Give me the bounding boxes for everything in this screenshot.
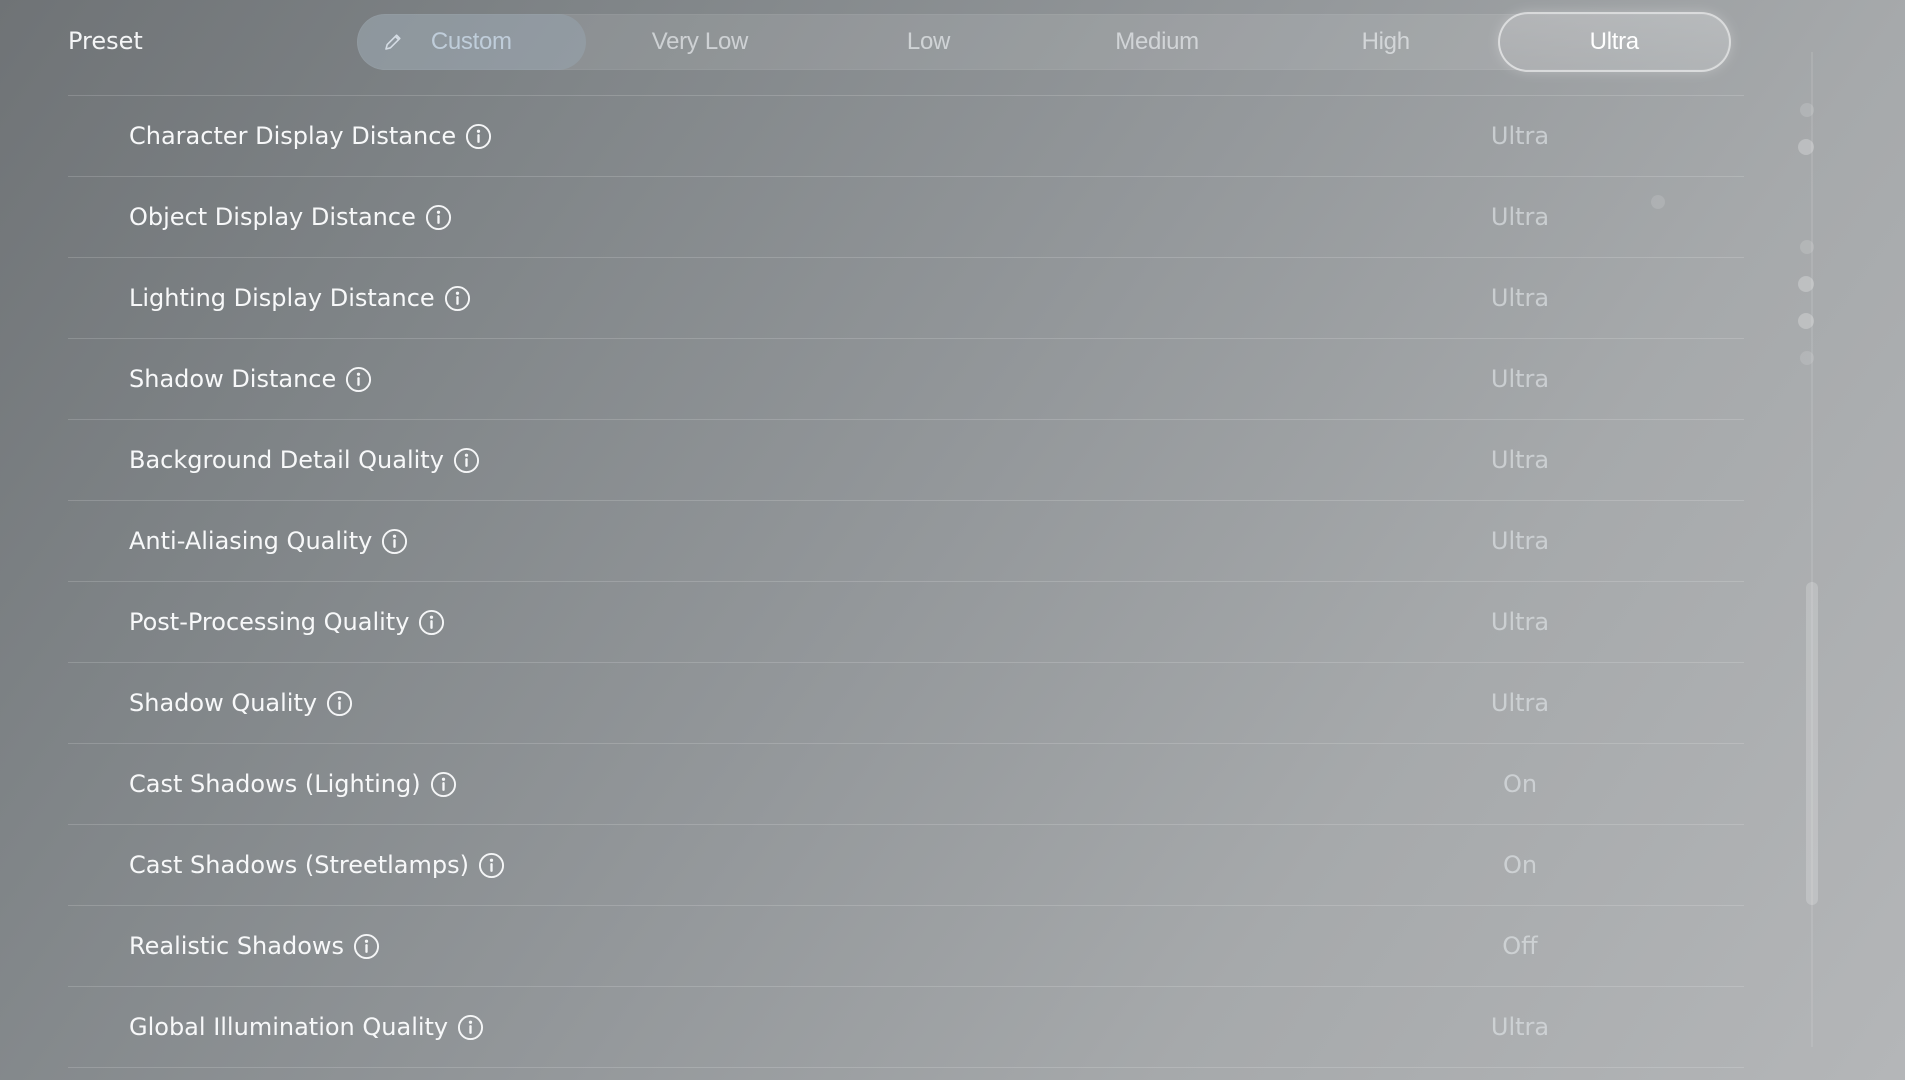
preset-label: Preset (68, 27, 143, 55)
bokeh-dot (1800, 103, 1814, 117)
setting-label: Background Detail Quality (129, 446, 444, 474)
info-icon[interactable] (425, 204, 452, 231)
bokeh-dot (1798, 139, 1814, 155)
setting-value[interactable]: Ultra (1420, 689, 1620, 717)
preset-option-custom[interactable]: Custom (357, 14, 586, 70)
preset-option-ultra[interactable]: Ultra (1499, 14, 1729, 70)
setting-row-shadow-quality[interactable]: Shadow Quality Ultra (68, 662, 1744, 743)
setting-row-lighting-display-distance[interactable]: Lighting Display Distance Ultra (68, 257, 1744, 338)
setting-label: Realistic Shadows (129, 932, 345, 960)
setting-value[interactable]: Ultra (1420, 1013, 1620, 1041)
setting-row-realistic-shadows[interactable]: Realistic Shadows Off (68, 905, 1744, 986)
preset-option-label: Medium (1115, 28, 1199, 55)
info-icon[interactable] (444, 285, 471, 312)
setting-row-cast-shadows-lighting[interactable]: Cast Shadows (Lighting) On (68, 743, 1744, 824)
setting-row-character-display-distance[interactable]: Character Display Distance Ultra (68, 95, 1744, 176)
setting-label: Object Display Distance (129, 203, 416, 231)
preset-option-high[interactable]: High (1271, 14, 1500, 70)
setting-label: Character Display Distance (129, 122, 457, 150)
preset-option-low[interactable]: Low (814, 14, 1043, 70)
setting-value[interactable]: Ultra (1420, 122, 1620, 150)
info-icon[interactable] (430, 771, 457, 798)
preset-option-label: Very Low (651, 28, 749, 55)
bokeh-dot (1651, 195, 1665, 209)
preset-segmented-control: Custom Very Low Low Medium High Ultra (357, 14, 1729, 70)
setting-label: Cast Shadows (Streetlamps) (129, 851, 469, 879)
info-icon[interactable] (326, 690, 353, 717)
setting-value[interactable]: Ultra (1420, 203, 1620, 231)
preset-row: Preset Custom Very Low Low Medium High U… (0, 0, 1905, 86)
setting-row-background-detail-quality[interactable]: Background Detail Quality Ultra (68, 419, 1744, 500)
settings-list: Character Display Distance Ultra Object … (68, 95, 1744, 1068)
bokeh-dot (1798, 276, 1814, 292)
info-icon[interactable] (418, 609, 445, 636)
setting-value[interactable]: Ultra (1420, 446, 1620, 474)
preset-option-label: Ultra (1589, 28, 1639, 55)
setting-value[interactable]: Off (1420, 932, 1620, 960)
scrollbar-thumb[interactable] (1806, 582, 1818, 905)
info-icon[interactable] (353, 933, 380, 960)
setting-row-post-processing-quality[interactable]: Post-Processing Quality Ultra (68, 581, 1744, 662)
info-icon[interactable] (381, 528, 408, 555)
setting-value[interactable]: Ultra (1420, 527, 1620, 555)
info-icon[interactable] (457, 1014, 484, 1041)
bokeh-dot (1800, 351, 1814, 365)
setting-label: Shadow Quality (129, 689, 318, 717)
setting-value[interactable]: Ultra (1420, 608, 1620, 636)
setting-label: Cast Shadows (Lighting) (129, 770, 421, 798)
preset-option-medium[interactable]: Medium (1043, 14, 1272, 70)
setting-value[interactable]: On (1420, 851, 1620, 879)
preset-option-label: Low (906, 28, 951, 55)
setting-value[interactable]: On (1420, 770, 1620, 798)
setting-label: Anti-Aliasing Quality (129, 527, 373, 555)
preset-option-very-low[interactable]: Very Low (586, 14, 815, 70)
setting-row-anti-aliasing-quality[interactable]: Anti-Aliasing Quality Ultra (68, 500, 1744, 581)
setting-label: Global Illumination Quality (129, 1013, 449, 1041)
setting-label: Shadow Distance (129, 365, 337, 393)
bokeh-dot (1798, 313, 1814, 329)
setting-label: Lighting Display Distance (129, 284, 435, 312)
info-icon[interactable] (345, 366, 372, 393)
info-icon[interactable] (465, 123, 492, 150)
setting-row-cast-shadows-streetlamps[interactable]: Cast Shadows (Streetlamps) On (68, 824, 1744, 905)
setting-row-global-illumination-quality[interactable]: Global Illumination Quality Ultra (68, 986, 1744, 1068)
setting-row-shadow-distance[interactable]: Shadow Distance Ultra (68, 338, 1744, 419)
bokeh-dot (1800, 240, 1814, 254)
pencil-icon (385, 34, 401, 50)
setting-row-object-display-distance[interactable]: Object Display Distance Ultra (68, 176, 1744, 257)
setting-value[interactable]: Ultra (1420, 365, 1620, 393)
info-icon[interactable] (453, 447, 480, 474)
setting-label: Post-Processing Quality (129, 608, 410, 636)
preset-option-label: High (1361, 28, 1410, 55)
info-icon[interactable] (478, 852, 505, 879)
preset-option-label: Custom (430, 28, 512, 55)
setting-value[interactable]: Ultra (1420, 284, 1620, 312)
